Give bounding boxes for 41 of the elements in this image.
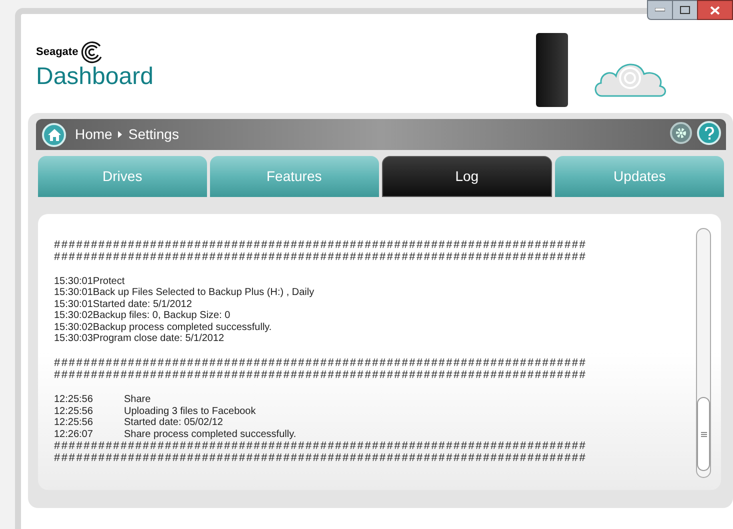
maximize-button[interactable] <box>673 0 697 20</box>
house-icon <box>48 128 60 140</box>
log-separator: ######################################################################## <box>54 452 588 464</box>
maximize-icon <box>680 6 690 14</box>
close-icon <box>710 6 720 14</box>
log-time: 12:25:56 <box>54 406 94 418</box>
minimize-icon <box>655 8 665 12</box>
log-separator: ######################################################################## <box>54 440 588 452</box>
gear-icon <box>675 127 687 139</box>
tab[interactable]: Features <box>210 156 378 197</box>
log-line: 15:30:01Back up Files Selected to Backup Plus (H:) , Daily <box>54 287 316 299</box>
log-line: 15:30:02Backup process completed successfully. <box>54 322 273 334</box>
breadcrumb-current: Settings <box>128 125 179 144</box>
log-line: 15:30:01Protect <box>54 276 126 288</box>
company-logo-text: Seagate <box>36 44 78 60</box>
log-time: 12:25:56 <box>54 394 94 406</box>
log-line: 15:30:01Started date: 5/1/2012 <box>54 298 193 310</box>
scrollbar-thumb[interactable] <box>697 397 710 471</box>
log-line: 15:30:03Program close date: 5/1/2012 <box>54 333 226 344</box>
log-separator: ######################################################################## <box>54 251 588 263</box>
log-time: 12:26:07 <box>54 428 94 440</box>
minimize-button[interactable] <box>647 0 673 20</box>
tab[interactable]: Updates <box>555 156 724 197</box>
log-message: Share <box>124 394 151 406</box>
log-message: Started date: 05/02/12 <box>124 417 223 429</box>
tab[interactable]: Drives <box>38 156 207 197</box>
log-line: 15:30:02Backup files: 0, Backup Size: 0 <box>54 310 232 322</box>
log-time: 12:25:56 <box>54 417 94 429</box>
swirl-logo-icon <box>80 40 104 64</box>
log-message: Uploading 3 files to Facebook <box>124 406 256 418</box>
product-title: Dashboard <box>36 64 154 90</box>
grip-icon <box>700 432 706 436</box>
breadcrumb-separator-icon <box>118 131 122 138</box>
question-mark-icon <box>704 126 714 140</box>
log-separator: ######################################################################## <box>54 357 588 370</box>
tab[interactable]: Log <box>382 156 552 197</box>
log-separator: ######################################################################## <box>54 369 588 382</box>
log-message: Share process completed successfully. <box>124 428 296 440</box>
close-button[interactable] <box>697 0 733 20</box>
log-separator: ######################################################################## <box>54 239 588 251</box>
breadcrumb-link[interactable]: Home <box>75 124 112 145</box>
